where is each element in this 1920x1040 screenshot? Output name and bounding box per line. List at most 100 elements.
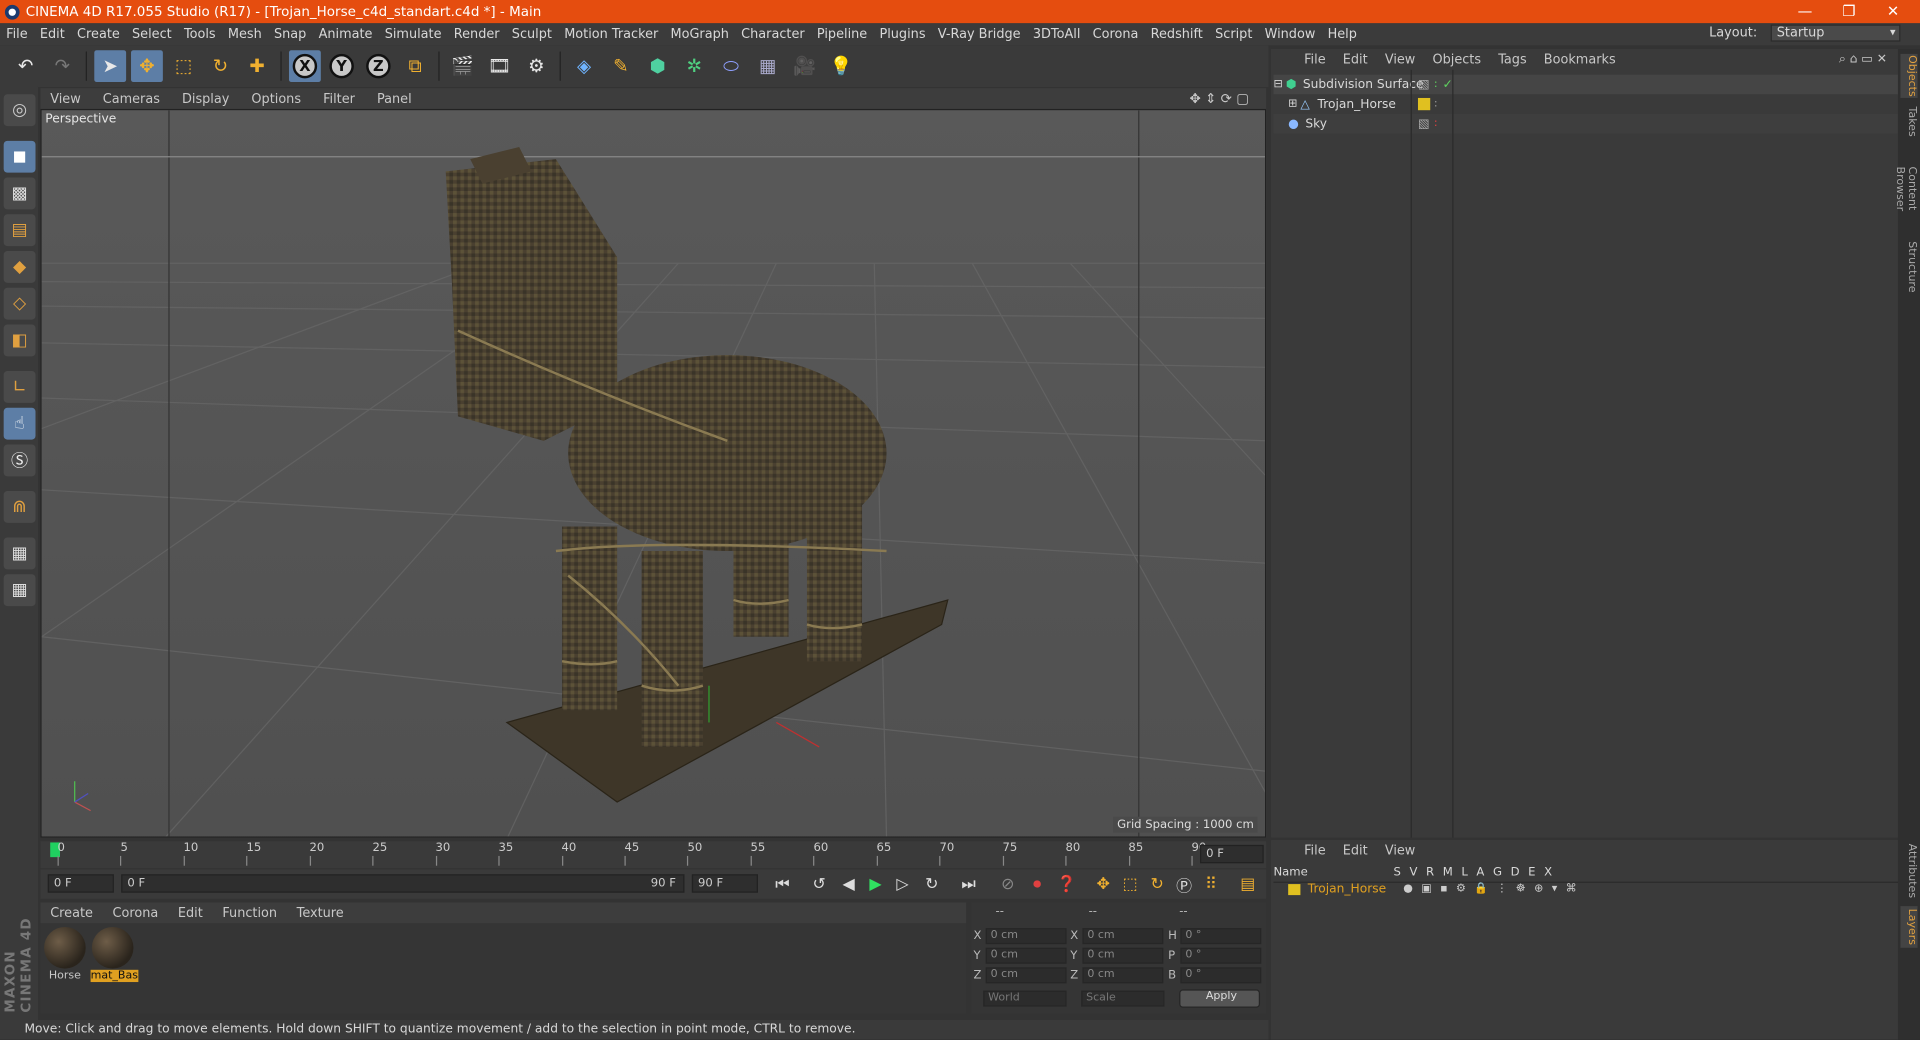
pen-spline-icon[interactable]: ✎ <box>605 50 637 82</box>
material-menu-create[interactable]: Create <box>40 906 102 921</box>
transform-tool-icon[interactable]: ✚ <box>241 50 273 82</box>
points-mode-icon[interactable]: ◆ <box>3 251 36 283</box>
visibility-dots-icon[interactable]: : <box>1434 98 1438 110</box>
menu-select[interactable]: Select <box>126 27 178 42</box>
object-search-icon[interactable]: ⌕ ⌂ ▭ ✕ <box>1830 53 1895 66</box>
edges-mode-icon[interactable]: ◇ <box>3 287 36 320</box>
frame-range-slider[interactable]: 0 F 90 F <box>121 874 685 893</box>
menu-motion-tracker[interactable]: Motion Tracker <box>558 27 664 42</box>
layout-dropdown[interactable]: Startup <box>1770 24 1901 42</box>
texture-mode-icon[interactable]: ▩ <box>3 177 36 210</box>
position-x-field[interactable]: 0 cm <box>985 928 1067 945</box>
timeline-window-icon[interactable]: ▤ <box>1236 873 1260 895</box>
key-rotation-icon[interactable]: ↻ <box>1145 873 1169 895</box>
enabled-check-icon[interactable]: ✓ <box>1442 78 1452 91</box>
menu-edit[interactable]: Edit <box>34 27 71 42</box>
play-icon[interactable]: ▶ <box>863 873 887 895</box>
undo-icon[interactable]: ↶ <box>10 50 42 82</box>
menu-corona[interactable]: Corona <box>1087 27 1145 42</box>
tab-attributes[interactable]: Attributes <box>1900 840 1917 901</box>
menu-mograph[interactable]: MoGraph <box>664 27 735 42</box>
current-frame-field[interactable]: 0 F <box>1200 844 1264 864</box>
next-frame-icon[interactable]: ▷ <box>890 873 914 895</box>
tab-objects[interactable]: Objects <box>1900 53 1918 98</box>
menu-pipeline[interactable]: Pipeline <box>811 27 874 42</box>
minimize-button[interactable]: — <box>1783 0 1827 23</box>
locked-workplane-icon[interactable]: ▦ <box>3 537 36 570</box>
rotation-p-field[interactable]: 0 ° <box>1180 947 1262 964</box>
start-frame-field[interactable]: 0 F <box>47 874 114 893</box>
menu-file[interactable]: File <box>0 27 34 42</box>
viewport-navigation-icons[interactable]: ✥ ⇕ ⟳ ▢ <box>1180 91 1261 107</box>
size-z-field[interactable]: 0 cm <box>1082 967 1164 984</box>
key-scale-icon[interactable]: ⬚ <box>1118 873 1142 895</box>
menu-3dtoall[interactable]: 3DToAll <box>1027 27 1087 42</box>
model-mode-icon[interactable]: ◼ <box>3 140 36 173</box>
menu-plugins[interactable]: Plugins <box>873 27 931 42</box>
rotate-tool-icon[interactable]: ↻ <box>204 50 236 82</box>
coordinate-mode-dropdown[interactable]: World <box>983 990 1067 1007</box>
menu-simulate[interactable]: Simulate <box>379 27 448 42</box>
tab-content-browser[interactable]: Content Browser <box>1893 144 1917 232</box>
workplane-mode-icon[interactable]: ▤ <box>3 214 36 247</box>
move-tool-icon[interactable]: ✥ <box>131 50 163 83</box>
visibility-dots-icon[interactable]: : <box>1434 78 1438 90</box>
tab-structure[interactable]: Structure <box>1900 240 1917 294</box>
layer-menu-view[interactable]: View <box>1376 843 1424 858</box>
tab-takes[interactable]: Takes <box>1900 105 1917 137</box>
material-thumb[interactable]: mat_Bas <box>90 926 139 986</box>
viewport-menu-view[interactable]: View <box>40 91 93 106</box>
expand-icon[interactable]: ⊞ <box>1288 98 1300 110</box>
snapping-magnet-icon[interactable]: ⋒ <box>3 491 36 523</box>
polygons-mode-icon[interactable]: ◧ <box>3 324 36 357</box>
viewport-menu-display[interactable]: Display <box>172 91 241 106</box>
planar-workplane-icon[interactable]: ▦ <box>3 574 36 607</box>
material-thumb[interactable]: Horse <box>43 926 87 986</box>
object-row[interactable]: ● Sky ▧ : <box>1273 113 1898 134</box>
scale-tool-icon[interactable]: ⬚ <box>168 50 200 82</box>
light-bulb-icon[interactable]: 💡 <box>825 50 857 82</box>
keyframe-selection-icon[interactable]: ❓ <box>1054 873 1078 895</box>
timeline-ruler[interactable]: 0 5 10 15 20 25 30 35 40 45 50 55 60 65 70 75 80 85 90 0 F <box>40 841 1267 869</box>
previous-frame-icon[interactable]: ◀ <box>836 873 860 895</box>
size-x-field[interactable]: 0 cm <box>1082 928 1164 945</box>
material-menu-corona[interactable]: Corona <box>103 906 168 921</box>
object-menu-view[interactable]: View <box>1376 52 1424 67</box>
3d-viewport[interactable]: Perspective Grid Spacing : 1000 cm <box>40 108 1267 838</box>
rotation-h-field[interactable]: 0 ° <box>1180 928 1262 945</box>
menu-redshift[interactable]: Redshift <box>1145 27 1209 42</box>
record-active-icon[interactable]: ⊘ <box>996 873 1020 895</box>
make-editable-icon[interactable]: ◎ <box>3 94 36 127</box>
z-axis-lock-icon[interactable]: Z <box>362 50 394 82</box>
menu-character[interactable]: Character <box>735 27 811 42</box>
previous-key-icon[interactable]: ↺ <box>807 873 831 895</box>
tweak-mode-icon[interactable]: ☝ <box>3 407 36 440</box>
menu-script[interactable]: Script <box>1209 27 1259 42</box>
material-menu-edit[interactable]: Edit <box>168 906 213 921</box>
menu-help[interactable]: Help <box>1321 27 1363 42</box>
render-settings-icon[interactable]: ⚙ <box>520 50 552 82</box>
cloner-array-icon[interactable]: ✲ <box>678 50 710 82</box>
object-menu-bookmarks[interactable]: Bookmarks <box>1535 52 1624 67</box>
menu-tools[interactable]: Tools <box>178 27 222 42</box>
autokey-icon[interactable]: ⏺ <box>1025 873 1049 895</box>
collapse-icon[interactable]: ⊟ <box>1273 78 1285 90</box>
next-key-icon[interactable]: ↻ <box>920 873 944 895</box>
go-to-start-icon[interactable]: ⏮ <box>770 873 794 895</box>
object-row[interactable]: ⊟ ⬢ Subdivision Surface ▧ : ✓ <box>1273 74 1898 95</box>
layer-menu-edit[interactable]: Edit <box>1334 843 1376 858</box>
key-position-icon[interactable]: ✥ <box>1091 873 1115 895</box>
camera-icon[interactable]: 🎥 <box>789 50 821 82</box>
restore-button[interactable]: ❐ <box>1827 0 1871 23</box>
render-to-picture-viewer-icon[interactable]: 🎞 <box>484 50 516 82</box>
rotation-b-field[interactable]: 0 ° <box>1180 967 1262 984</box>
object-menu-tags[interactable]: Tags <box>1490 52 1536 67</box>
material-menu-function[interactable]: Function <box>213 906 287 921</box>
apply-button[interactable]: Apply <box>1179 989 1261 1008</box>
key-parameter-icon[interactable]: Ⓟ <box>1172 873 1196 895</box>
menu-mesh[interactable]: Mesh <box>222 27 268 42</box>
material-menu-texture[interactable]: Texture <box>287 906 354 921</box>
object-menu-edit[interactable]: Edit <box>1334 52 1376 67</box>
layer-flag-icons[interactable]: ● ▣ ▪ ⚙ 🔒 ⋮ ☸ ⊕ ▾ ⌘ <box>1403 883 1579 895</box>
position-y-field[interactable]: 0 cm <box>985 947 1067 964</box>
